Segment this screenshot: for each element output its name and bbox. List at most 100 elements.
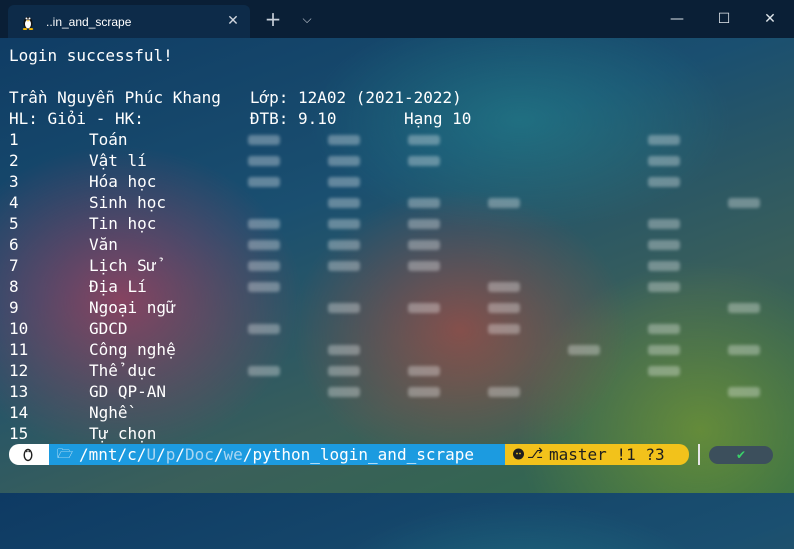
redacted-score	[248, 156, 280, 166]
subject-name: Nghề	[89, 403, 128, 422]
redacted-score	[248, 219, 280, 229]
redacted-score	[408, 135, 440, 145]
redacted-score	[648, 177, 680, 187]
redacted-score	[488, 282, 520, 292]
redacted-score	[248, 324, 280, 334]
summary-line: HL: Giỏi - HK: ĐTB: 9.10 Hạng 10	[9, 109, 472, 128]
redacted-score	[728, 303, 760, 313]
terminal-tab[interactable]: ..in_and_scrape ✕	[8, 5, 250, 38]
table-row: 8 Địa Lí	[0, 276, 794, 297]
redacted-score	[488, 303, 520, 313]
subject-number: 12	[9, 361, 29, 380]
subject-number: 6	[9, 235, 19, 254]
git-branch-icon: ⎇	[527, 446, 544, 462]
minimize-button[interactable]: —	[662, 6, 692, 32]
table-row: 13 GD QP-AN	[0, 381, 794, 402]
redacted-score	[488, 324, 520, 334]
subject-name: Văn	[89, 235, 118, 254]
redacted-score	[488, 198, 520, 208]
redacted-score	[408, 303, 440, 313]
redacted-score	[248, 366, 280, 376]
redacted-score	[728, 345, 760, 355]
prompt-git-segment: ⎇ master !1 ?3	[505, 444, 689, 465]
redacted-score	[408, 261, 440, 271]
redacted-score	[408, 240, 440, 250]
subject-number: 10	[9, 319, 29, 338]
redacted-score	[408, 219, 440, 229]
redacted-score	[408, 156, 440, 166]
redacted-score	[328, 198, 360, 208]
subject-name: Tự chọn	[89, 424, 157, 443]
title-bar: ..in_and_scrape ✕ + ⌵ — ☐ ✕	[0, 0, 794, 38]
redacted-score	[328, 345, 360, 355]
table-row: 12 Thể dục	[0, 360, 794, 381]
subject-name: Lịch Sử	[89, 256, 157, 275]
redacted-score	[328, 387, 360, 397]
maximize-button[interactable]: ☐	[709, 6, 739, 32]
table-row: 2 Vật lí	[0, 150, 794, 171]
subject-number: 15	[9, 424, 29, 443]
redacted-score	[248, 261, 280, 271]
subject-name: Ngoại ngữ	[89, 298, 176, 317]
redacted-score	[328, 366, 360, 376]
redacted-score	[328, 261, 360, 271]
subject-name: Hóa học	[89, 172, 157, 191]
subject-number: 11	[9, 340, 29, 359]
redacted-score	[328, 135, 360, 145]
subject-number: 3	[9, 172, 19, 191]
redacted-score	[248, 177, 280, 187]
login-message: Login successful!	[9, 46, 173, 65]
redacted-score	[648, 345, 680, 355]
table-row: 7 Lịch Sử	[0, 255, 794, 276]
redacted-score	[648, 156, 680, 166]
subject-number: 13	[9, 382, 29, 401]
tab-title: ..in_and_scrape	[46, 14, 132, 29]
table-row: 5 Tin học	[0, 213, 794, 234]
redacted-score	[568, 345, 600, 355]
table-row: 14 Nghề	[0, 402, 794, 423]
github-icon	[513, 448, 524, 460]
folder-icon: 🗁	[57, 447, 74, 462]
redacted-score	[328, 177, 360, 187]
subject-name: Vật lí	[89, 151, 147, 170]
tab-close-icon[interactable]: ✕	[224, 12, 242, 30]
subject-number: 1	[9, 130, 19, 149]
shell-prompt: 🗁 /mnt/c/U/p/Doc/we/python_login_and_scr…	[9, 444, 689, 465]
table-row: 1 Toán	[0, 129, 794, 150]
subject-number: 7	[9, 256, 19, 275]
table-row: 9 Ngoại ngữ	[0, 297, 794, 318]
redacted-score	[648, 282, 680, 292]
redacted-score	[408, 198, 440, 208]
redacted-score	[408, 366, 440, 376]
subject-number: 8	[9, 277, 19, 296]
subject-name: GDCD	[89, 319, 128, 338]
table-row: 3 Hóa học	[0, 171, 794, 192]
redacted-score	[248, 282, 280, 292]
subject-name: Công nghệ	[89, 340, 176, 359]
redacted-score	[648, 324, 680, 334]
redacted-score	[648, 219, 680, 229]
linux-tux-icon	[22, 16, 34, 30]
table-row: 11 Công nghệ	[0, 339, 794, 360]
subject-name: Địa Lí	[89, 277, 147, 296]
redacted-score	[648, 135, 680, 145]
table-row: 6 Văn	[0, 234, 794, 255]
subject-number: 5	[9, 214, 19, 233]
redacted-score	[248, 240, 280, 250]
git-status: master !1 ?3	[549, 445, 665, 464]
close-window-button[interactable]: ✕	[755, 6, 785, 32]
redacted-score	[328, 156, 360, 166]
subject-name: Toán	[89, 130, 128, 149]
table-row: 15 Tự chọn	[0, 423, 794, 444]
prompt-path-segment: 🗁 /mnt/c/U/p/Doc/we/python_login_and_scr…	[49, 444, 505, 465]
new-tab-button[interactable]: +	[262, 8, 284, 30]
redacted-score	[728, 198, 760, 208]
redacted-score	[328, 303, 360, 313]
subject-number: 4	[9, 193, 19, 212]
redacted-score	[328, 240, 360, 250]
subject-name: GD QP-AN	[89, 382, 167, 401]
table-row: 10 GDCD	[0, 318, 794, 339]
redacted-score	[488, 387, 520, 397]
subject-number: 2	[9, 151, 19, 170]
tab-dropdown-button[interactable]: ⌵	[298, 10, 316, 28]
